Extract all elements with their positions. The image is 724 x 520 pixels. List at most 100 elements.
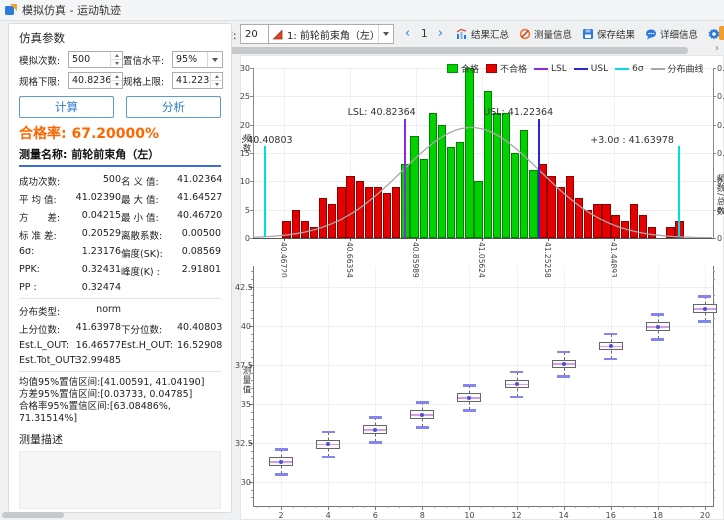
x-tick-label: 41.25258 — [543, 242, 552, 278]
y-minor-tick — [713, 451, 715, 452]
x-tick — [705, 506, 706, 510]
details-button[interactable]: 详细信息 — [641, 23, 702, 45]
angle-icon — [269, 29, 283, 40]
spinner-arrows[interactable] — [210, 73, 222, 88]
y-minor-tick — [713, 334, 715, 335]
x-minor-tick — [363, 506, 364, 508]
results-summary-button[interactable]: 结果汇总 — [452, 23, 513, 45]
histogram-bar — [493, 113, 501, 238]
save-results-button[interactable]: 保存结果 — [578, 23, 639, 45]
lsl-line — [404, 119, 406, 238]
x-minor-tick — [493, 506, 494, 508]
y-minor-tick — [251, 427, 253, 428]
field-value: 500 — [69, 54, 110, 65]
box-whisker-cap-low — [463, 409, 476, 412]
histogram-bar — [383, 193, 391, 238]
x-minor-tick — [552, 506, 553, 508]
stat-label — [121, 282, 177, 293]
measurement-combo[interactable]: 1: 前轮前束角（左） — [268, 24, 394, 44]
y-tick — [250, 68, 253, 69]
x-minor-tick — [587, 506, 588, 508]
x-minor-tick — [269, 506, 270, 508]
stat-label: PPK: — [19, 264, 69, 278]
stat-label — [121, 304, 177, 318]
x-tick — [375, 506, 376, 510]
y-minor-tick — [713, 474, 715, 475]
analyze-button[interactable]: 分析 — [126, 96, 221, 118]
bottom-scrollbar-thumb[interactable] — [2, 512, 64, 518]
prev-page-button[interactable]: ‹ — [400, 24, 415, 44]
blue-divider — [19, 165, 221, 167]
histogram-bar — [639, 215, 647, 238]
x-axis — [253, 506, 714, 507]
x-tick-label: 40.66354 — [345, 242, 354, 278]
y-minor-tick — [713, 349, 715, 350]
simulation-count-input[interactable]: 500 — [68, 51, 123, 68]
page-number: 1 — [421, 28, 428, 40]
y-minor-tick — [251, 349, 253, 350]
legend-label: LSL — [551, 64, 567, 74]
histogram-bar — [392, 187, 400, 238]
y-minor-tick — [713, 458, 715, 459]
toolbar-button-label: 保存结果 — [597, 27, 635, 41]
stat-value: 0.20529 — [69, 228, 121, 242]
stat-label: Est.L_OUT: — [19, 340, 69, 351]
x-minor-tick — [446, 506, 447, 508]
lsl-label: LSL: 40.82364 — [319, 107, 416, 118]
next-page-button[interactable]: › — [433, 24, 448, 44]
grid-line-v — [564, 266, 565, 506]
app-window: { "window": {"title": "模拟仿真 - 运动轨迹"}, "t… — [0, 0, 724, 520]
histogram-bar — [292, 210, 300, 238]
histogram-bar — [301, 221, 309, 238]
y-minor-tick — [251, 318, 253, 319]
grid-line-h — [253, 287, 713, 289]
stat-value: 32.99485 — [69, 355, 121, 366]
x-tick — [328, 506, 329, 510]
clipped-toolbar-icon[interactable] — [719, 26, 724, 40]
stat-label: 偏度(SK): — [121, 246, 177, 260]
toolbar-button-label: 测量信息 — [534, 27, 572, 41]
measure-description-box[interactable] — [19, 451, 221, 509]
y-minor-tick — [713, 490, 715, 491]
spinner-arrows[interactable] — [110, 73, 122, 88]
box-whisker-cap-high — [557, 351, 570, 354]
box-whisker-cap-low — [604, 358, 617, 361]
x-tick-label: 18 — [648, 511, 668, 520]
legend-item: 合格 — [447, 62, 479, 75]
box-whisker-cap-low — [698, 320, 711, 323]
save-icon — [582, 28, 594, 40]
legend-item: USL — [574, 64, 608, 74]
y-tick — [250, 96, 253, 97]
pass-rate-value: 67.20000% — [71, 126, 159, 142]
box-mean-marker — [656, 325, 660, 329]
y-minor-tick — [713, 435, 715, 436]
y-tick-label: 0 — [239, 234, 250, 243]
y-tick-label: 25 — [239, 92, 250, 101]
stat-value: norm — [69, 304, 121, 318]
spinner-arrows[interactable] — [110, 52, 122, 67]
stat-label: 下分位数: — [121, 322, 177, 336]
histogram-bar — [429, 113, 437, 238]
stat-value — [177, 304, 221, 318]
upper-spec-input[interactable]: 41.22364 — [172, 72, 223, 89]
histogram-bar — [529, 170, 537, 238]
y2-tick-label: 0 — [717, 234, 724, 243]
measurement-info-button[interactable]: 测量信息 — [515, 23, 576, 45]
calculate-button[interactable]: 计算 — [19, 96, 114, 118]
horizontal-scrollbar[interactable]: ‹ › — [212, 46, 724, 55]
y-minor-tick — [713, 271, 715, 272]
y-minor-tick — [251, 497, 253, 498]
grid-line-v — [422, 266, 423, 506]
confidence-level-select[interactable]: 95% — [172, 51, 223, 68]
x-tick-label: 40.85989 — [411, 242, 420, 278]
toolbar-button-label: 结果汇总 — [471, 27, 509, 41]
histogram-bar — [420, 159, 428, 238]
scroll-right-icon[interactable]: › — [715, 43, 719, 55]
field-label: 置信水平: — [123, 53, 172, 67]
x-tick — [564, 506, 565, 510]
y-minor-tick — [713, 396, 715, 397]
x-tick-label: 2 — [271, 511, 291, 520]
charts-panel: LSL: 40.82364USL: 41.22364: 40.40803+3.0… — [240, 55, 724, 520]
scrollbar-thumb[interactable] — [222, 47, 688, 54]
lower-spec-input[interactable]: 40.82364 — [68, 72, 123, 89]
